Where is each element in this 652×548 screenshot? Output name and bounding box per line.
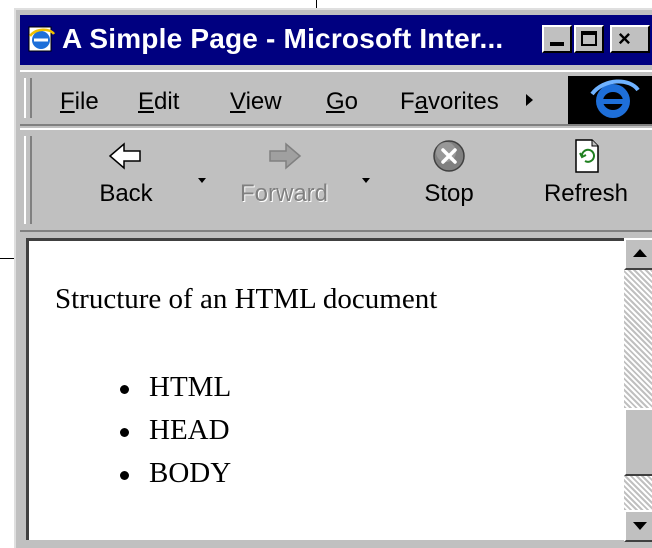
bullet-icon bbox=[120, 471, 129, 480]
menu-accelerator: V bbox=[230, 88, 246, 115]
minimize-button[interactable] bbox=[542, 25, 572, 53]
back-arrow-icon bbox=[108, 142, 141, 170]
chevron-right-icon[interactable] bbox=[526, 94, 533, 106]
list-item: HTML bbox=[29, 371, 231, 414]
toolbar: Back Forward Stop Refresh bbox=[20, 128, 652, 232]
ie-logo-icon bbox=[568, 76, 652, 124]
menu-accelerator: G bbox=[326, 88, 345, 115]
scroll-up-icon bbox=[633, 249, 647, 257]
scroll-thumb[interactable] bbox=[624, 408, 652, 476]
toolbar-grip[interactable] bbox=[24, 136, 32, 224]
menu-accelerator: F bbox=[60, 88, 75, 115]
menu-edit-label: Edit bbox=[138, 88, 180, 115]
menu-bar: File Edit View Go Favorites bbox=[20, 70, 652, 126]
menu-accelerator: E bbox=[138, 88, 155, 115]
back-button[interactable]: Back bbox=[86, 138, 166, 208]
list-item-text: BODY bbox=[149, 457, 232, 489]
vertical-scrollbar[interactable] bbox=[624, 238, 652, 542]
scroll-down-button[interactable] bbox=[624, 510, 652, 542]
menubar-grip[interactable] bbox=[24, 78, 32, 118]
menu-go[interactable]: Go bbox=[326, 88, 358, 116]
menu-favorites-label: Favorites bbox=[400, 88, 499, 115]
page-list: HTML HEAD BODY bbox=[29, 371, 231, 500]
menu-edit[interactable]: Edit bbox=[138, 88, 179, 116]
content-frame: Structure of an HTML document HTML HEAD … bbox=[16, 232, 652, 548]
refresh-label: Refresh bbox=[543, 180, 629, 207]
minimize-icon bbox=[550, 42, 564, 46]
refresh-button[interactable]: Refresh bbox=[536, 138, 636, 208]
back-label: Back bbox=[99, 180, 153, 207]
menu-file[interactable]: File bbox=[60, 88, 99, 116]
list-item-text: HEAD bbox=[149, 414, 230, 446]
forward-button[interactable]: Forward bbox=[232, 138, 336, 208]
background-line-left bbox=[0, 258, 14, 259]
scroll-up-button[interactable] bbox=[624, 238, 652, 270]
menu-go-label: Go bbox=[326, 88, 359, 115]
forward-dropdown-icon[interactable] bbox=[362, 178, 370, 183]
stop-button[interactable]: Stop bbox=[416, 138, 482, 208]
close-icon: × bbox=[618, 26, 631, 51]
window-title: A Simple Page - Microsoft Inter... bbox=[62, 23, 504, 54]
back-dropdown-icon[interactable] bbox=[198, 178, 206, 183]
forward-arrow-icon bbox=[269, 142, 302, 170]
stop-icon bbox=[433, 140, 465, 172]
menu-view-label: View bbox=[230, 88, 282, 115]
background-line-top bbox=[316, 0, 317, 8]
refresh-icon bbox=[575, 139, 599, 173]
scroll-down-icon bbox=[633, 522, 647, 530]
ie-page-icon bbox=[28, 26, 56, 52]
bullet-icon bbox=[120, 428, 129, 437]
list-item-text: HTML bbox=[149, 371, 232, 403]
close-button[interactable]: × bbox=[610, 25, 650, 53]
forward-label: Forward bbox=[239, 180, 329, 207]
menu-file-label: File bbox=[60, 88, 99, 115]
list-item: HEAD bbox=[29, 414, 231, 457]
page-paragraph: Structure of an HTML document bbox=[55, 283, 438, 315]
maximize-icon bbox=[581, 31, 597, 46]
maximize-button[interactable] bbox=[574, 25, 604, 53]
title-bar[interactable]: A Simple Page - Microsoft Inter... × bbox=[20, 15, 652, 65]
stop-label: Stop bbox=[424, 180, 474, 207]
browser-window: A Simple Page - Microsoft Inter... × Fil… bbox=[14, 8, 652, 548]
menu-favorites[interactable]: Favorites bbox=[400, 88, 499, 116]
ie-logo-graphic bbox=[590, 79, 640, 118]
list-item: BODY bbox=[29, 457, 231, 500]
menu-view[interactable]: View bbox=[230, 88, 282, 116]
menu-accelerator: a bbox=[414, 88, 429, 115]
bullet-icon bbox=[120, 385, 129, 394]
page-viewport: Structure of an HTML document HTML HEAD … bbox=[26, 238, 624, 540]
